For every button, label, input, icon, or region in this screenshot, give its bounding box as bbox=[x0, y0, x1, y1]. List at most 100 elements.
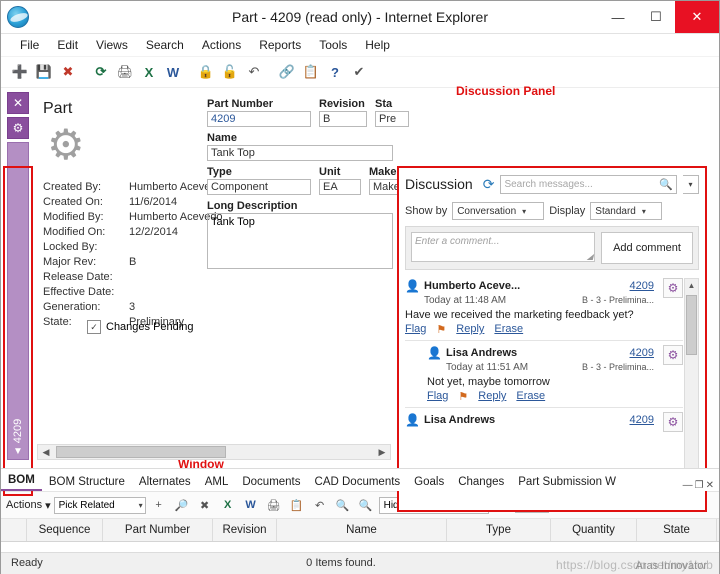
state-input[interactable]: Pre bbox=[375, 111, 409, 127]
word-export-icon[interactable]: W bbox=[241, 496, 261, 515]
remove-icon[interactable]: ✖ bbox=[195, 496, 215, 515]
resize-grip-icon[interactable]: ◢ bbox=[587, 252, 593, 261]
message-item[interactable]: 👤 Lisa Andrews 4209 ⚙ bbox=[405, 412, 683, 432]
undo-grid-icon[interactable]: ↶ bbox=[310, 496, 330, 515]
tab-bom[interactable]: BOM bbox=[1, 471, 42, 491]
close-button[interactable]: ✕ bbox=[675, 1, 719, 33]
actions-menu-button[interactable]: Actions ▾ bbox=[6, 499, 51, 512]
search-icon[interactable]: 🔍 bbox=[659, 178, 673, 191]
pick-related-select[interactable]: Pick Related ▾ bbox=[53, 496, 146, 514]
relationship-restore-button[interactable]: ❐ bbox=[695, 480, 704, 491]
unit-input[interactable]: EA bbox=[319, 179, 361, 195]
flag-action[interactable]: Flag bbox=[427, 390, 448, 403]
sidebar-gear-button[interactable]: ⚙ bbox=[7, 117, 29, 139]
scroll-left-icon[interactable]: ◀ bbox=[38, 447, 54, 458]
zoom-out-icon[interactable]: 🔍 bbox=[356, 496, 376, 515]
chevron-down-icon[interactable]: ▼ bbox=[8, 446, 28, 457]
discussion-scroll-thumb[interactable] bbox=[686, 295, 697, 355]
discussion-options-caret-icon[interactable]: ▾ bbox=[683, 174, 699, 194]
minimize-button[interactable]: — bbox=[599, 1, 637, 33]
menu-edit[interactable]: Edit bbox=[48, 36, 87, 54]
tab-goals[interactable]: Goals bbox=[407, 473, 451, 491]
form-scroll-thumb[interactable] bbox=[56, 446, 226, 458]
discussion-refresh-icon[interactable]: ⟳ bbox=[483, 176, 495, 193]
check-icon[interactable]: ✔ bbox=[348, 61, 370, 83]
tab-bom-structure[interactable]: BOM Structure bbox=[42, 473, 132, 491]
lock-icon[interactable]: 🔒 bbox=[195, 61, 217, 83]
tab-changes[interactable]: Changes bbox=[451, 473, 511, 491]
link-icon[interactable]: 🔗 bbox=[276, 61, 298, 83]
menu-file[interactable]: File bbox=[11, 36, 48, 54]
name-input[interactable]: Tank Top bbox=[207, 145, 393, 161]
excel-export-icon[interactable]: X bbox=[218, 496, 238, 515]
message-item-link[interactable]: 4209 bbox=[630, 414, 654, 426]
long-description-input[interactable]: Tank Top bbox=[207, 213, 393, 269]
help-icon[interactable]: ? bbox=[324, 61, 346, 83]
save-icon[interactable]: 💾 bbox=[33, 61, 55, 83]
relationship-close-button[interactable]: ✕ bbox=[706, 480, 714, 491]
revision-input[interactable]: B bbox=[319, 111, 367, 127]
column-name[interactable]: Name bbox=[277, 519, 447, 541]
tab-cad-documents[interactable]: CAD Documents bbox=[308, 473, 408, 491]
show-by-select[interactable]: Conversation ▾ bbox=[452, 202, 545, 220]
message-item[interactable]: 👤 Lisa Andrews Today at 11:51 AM 4209 B … bbox=[427, 345, 683, 403]
reply-action[interactable]: Reply bbox=[456, 323, 484, 336]
message-item-link[interactable]: 4209 bbox=[630, 347, 654, 359]
search-related-icon[interactable]: 🔎 bbox=[172, 496, 192, 515]
flag-icon[interactable]: ⚑ bbox=[458, 390, 468, 403]
message-item[interactable]: 👤 Humberto Aceve... Today at 11:48 AM 42… bbox=[405, 278, 683, 336]
column-quantity[interactable]: Quantity bbox=[551, 519, 637, 541]
display-select[interactable]: Standard ▾ bbox=[590, 202, 663, 220]
column-state[interactable]: State bbox=[637, 519, 717, 541]
message-item-link[interactable]: 4209 bbox=[630, 280, 654, 292]
tab-aml[interactable]: AML bbox=[198, 473, 236, 491]
search-messages-input[interactable]: Search messages... 🔍 bbox=[500, 174, 677, 194]
tab-alternates[interactable]: Alternates bbox=[132, 473, 198, 491]
message-gear-icon[interactable]: ⚙ bbox=[663, 345, 683, 365]
column-revision[interactable]: Revision bbox=[213, 519, 277, 541]
column-sequence[interactable]: Sequence bbox=[27, 519, 103, 541]
copy-grid-icon[interactable]: 📋 bbox=[287, 496, 307, 515]
form-horizontal-scrollbar[interactable]: ◀ ▶ bbox=[37, 444, 391, 460]
message-gear-icon[interactable]: ⚙ bbox=[663, 412, 683, 432]
excel-icon[interactable]: X bbox=[138, 61, 160, 83]
new-icon[interactable]: ➕ bbox=[9, 61, 31, 83]
copy-icon[interactable]: 📋 bbox=[300, 61, 322, 83]
sidebar-close-button[interactable]: ✕ bbox=[7, 92, 29, 114]
discussion-scrollbar[interactable]: ▲ ▼ bbox=[684, 278, 699, 490]
delete-icon[interactable]: ✖ bbox=[57, 61, 79, 83]
erase-action[interactable]: Erase bbox=[516, 390, 545, 403]
flag-icon[interactable]: ⚑ bbox=[436, 323, 446, 336]
menu-help[interactable]: Help bbox=[356, 36, 399, 54]
maximize-button[interactable]: ☐ bbox=[637, 1, 675, 33]
tab-part-submission[interactable]: Part Submission W bbox=[511, 473, 623, 491]
message-gear-icon[interactable]: ⚙ bbox=[663, 278, 683, 298]
flag-action[interactable]: Flag bbox=[405, 323, 426, 336]
sidebar-item-4209[interactable]: 4209 ▼ bbox=[7, 142, 29, 460]
column-part-number[interactable]: Part Number bbox=[103, 519, 213, 541]
scroll-up-icon[interactable]: ▲ bbox=[685, 279, 698, 293]
tab-documents[interactable]: Documents bbox=[235, 473, 307, 491]
word-icon[interactable]: W bbox=[162, 61, 184, 83]
undo-icon[interactable]: ↶ bbox=[243, 61, 265, 83]
print-icon[interactable]: 🖨 bbox=[114, 61, 136, 83]
add-row-icon[interactable]: + bbox=[149, 496, 169, 515]
menu-tools[interactable]: Tools bbox=[310, 36, 356, 54]
part-number-input[interactable]: 4209 bbox=[207, 111, 311, 127]
erase-action[interactable]: Erase bbox=[494, 323, 523, 336]
unlock-icon[interactable]: 🔓 bbox=[219, 61, 241, 83]
menu-views[interactable]: Views bbox=[87, 36, 137, 54]
column-type[interactable]: Type bbox=[447, 519, 551, 541]
menu-reports[interactable]: Reports bbox=[250, 36, 310, 54]
menu-search[interactable]: Search bbox=[137, 36, 193, 54]
add-comment-button[interactable]: Add comment bbox=[601, 232, 693, 264]
changes-pending-checkbox[interactable]: ✓ bbox=[87, 320, 101, 334]
print-grid-icon[interactable]: 🖨 bbox=[264, 496, 284, 515]
comment-input[interactable]: Enter a comment... ◢ bbox=[411, 232, 595, 262]
zoom-in-icon[interactable]: 🔍 bbox=[333, 496, 353, 515]
menu-actions[interactable]: Actions bbox=[193, 36, 250, 54]
relationship-minimize-button[interactable]: — bbox=[683, 480, 693, 491]
refresh-icon[interactable]: ⟳ bbox=[90, 61, 112, 83]
reply-action[interactable]: Reply bbox=[478, 390, 506, 403]
scroll-right-icon[interactable]: ▶ bbox=[374, 447, 390, 458]
